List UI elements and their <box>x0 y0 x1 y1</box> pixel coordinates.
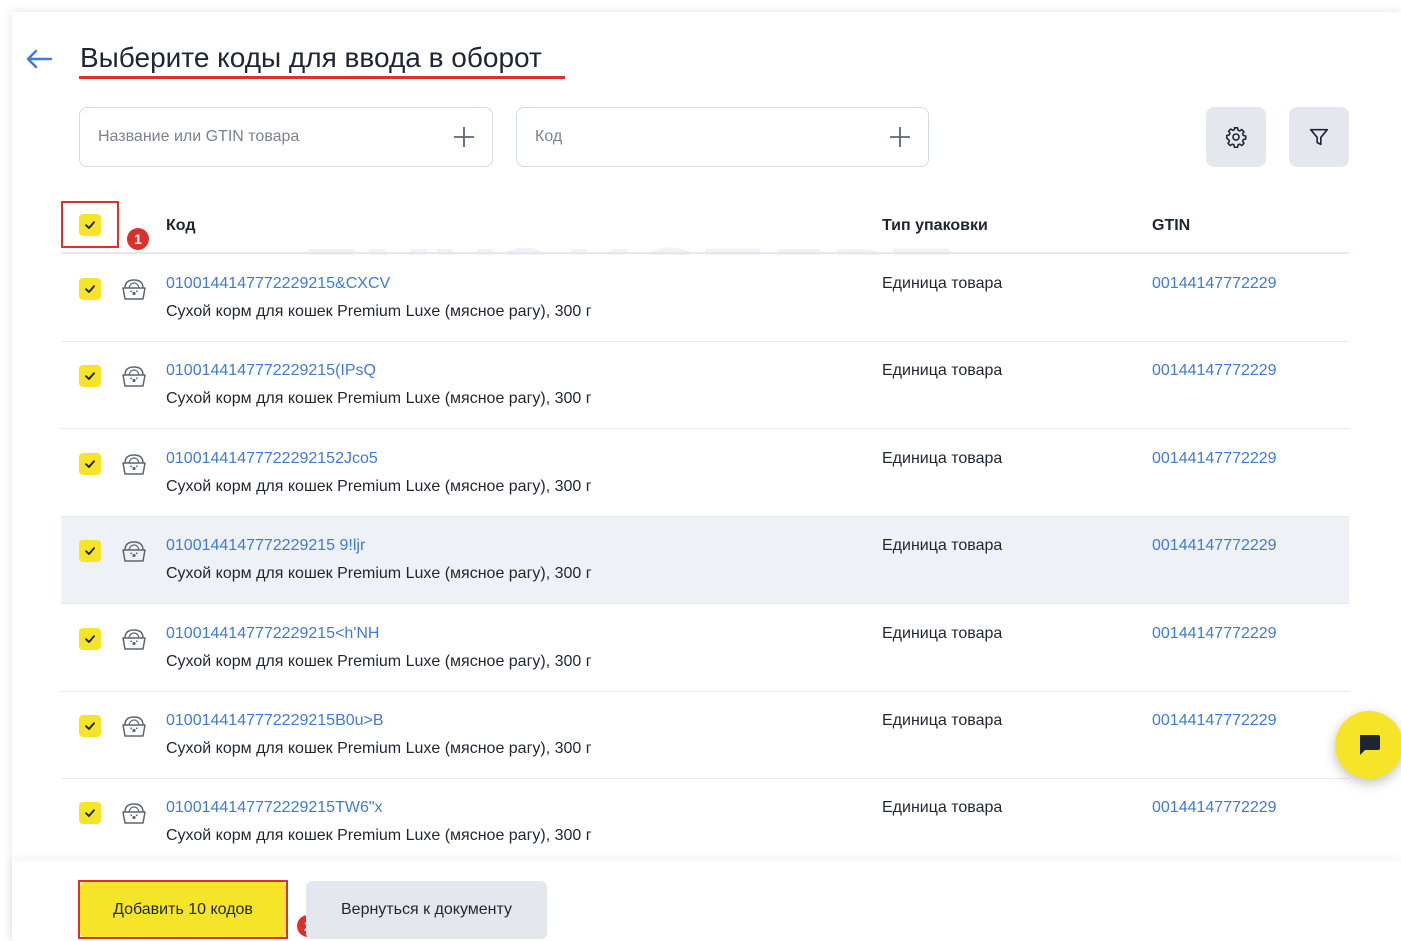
row-product-name: Сухой корм для кошек Premium Luxe (мясно… <box>166 390 592 407</box>
row-checkbox[interactable] <box>79 278 101 300</box>
row-pack-type: Единица товара <box>882 537 1003 554</box>
pet-food-bowl-icon <box>122 541 146 562</box>
funnel-icon <box>1309 128 1329 146</box>
row-checkbox[interactable] <box>79 802 101 824</box>
plus-icon[interactable] <box>452 125 476 149</box>
table-row[interactable]: 0100144147772229215(IPsQ Сухой корм для … <box>61 342 1349 429</box>
row-pack-type: Единица товара <box>882 799 1003 816</box>
pet-food-bowl-icon <box>122 716 146 737</box>
column-header-pack-type[interactable]: Тип упаковки <box>882 217 988 235</box>
back-button[interactable] <box>24 44 54 74</box>
row-product-name: Сухой корм для кошек Premium Luxe (мясно… <box>166 565 592 582</box>
column-header-code[interactable]: Код <box>166 217 195 235</box>
chat-button[interactable] <box>1335 711 1401 779</box>
pet-food-bowl-icon <box>122 803 146 824</box>
row-gtin-link[interactable]: 00144147772229 <box>1152 625 1277 643</box>
row-checkbox[interactable] <box>79 365 101 387</box>
check-icon <box>85 809 95 817</box>
product-search-input[interactable]: Название или GTIN товара <box>79 107 493 167</box>
row-product-name: Сухой корм для кошек Premium Luxe (мясно… <box>166 740 592 757</box>
title-annotation-underline <box>79 76 565 79</box>
row-product-name: Сухой корм для кошек Premium Luxe (мясно… <box>166 653 592 670</box>
row-code-link[interactable]: 0100144147772229215&CXCV <box>166 275 390 293</box>
table-header: Код Тип упаковки GTIN <box>61 196 1349 254</box>
select-all-annotation-box <box>61 201 119 248</box>
code-search-input[interactable]: Код <box>516 107 929 167</box>
row-gtin-link[interactable]: 00144147772229 <box>1152 712 1277 730</box>
code-search-placeholder: Код <box>535 128 563 145</box>
row-gtin-link[interactable]: 00144147772229 <box>1152 450 1277 468</box>
annotation-badge-1: 1 <box>127 228 149 250</box>
plus-icon[interactable] <box>888 125 912 149</box>
row-code-link[interactable]: 0100144147772229215 9!ljr <box>166 537 365 555</box>
row-gtin-link[interactable]: 00144147772229 <box>1152 362 1277 380</box>
row-code-link[interactable]: 0100144147772229215(IPsQ <box>166 362 376 380</box>
page-title: Выберите коды для ввода в оборот <box>80 42 542 73</box>
row-gtin-link[interactable]: 00144147772229 <box>1152 275 1277 293</box>
back-to-document-button[interactable]: Вернуться к документу <box>306 881 547 939</box>
table-row[interactable]: 0100144147772229215TW6"x Сухой корм для … <box>61 779 1349 866</box>
pet-food-bowl-icon <box>122 629 146 650</box>
row-pack-type: Единица товара <box>882 450 1003 467</box>
table-row[interactable]: 0100144147772229215 9!ljr Сухой корм для… <box>61 517 1349 604</box>
add-button-annotation-box <box>78 880 288 939</box>
chat-bubble-icon <box>1360 735 1380 755</box>
row-checkbox[interactable] <box>79 453 101 475</box>
row-pack-type: Единица товара <box>882 275 1003 292</box>
check-icon <box>85 722 95 730</box>
row-checkbox[interactable] <box>79 628 101 650</box>
check-icon <box>85 460 95 468</box>
arrow-left-icon <box>26 49 53 69</box>
table-row[interactable]: 01001441477722292152Jco5 Сухой корм для … <box>61 430 1349 517</box>
settings-button[interactable] <box>1206 107 1266 167</box>
pet-food-bowl-icon <box>122 454 146 475</box>
check-icon <box>85 635 95 643</box>
gear-icon <box>1226 127 1247 148</box>
row-code-link[interactable]: 0100144147772229215TW6"x <box>166 799 383 817</box>
column-header-gtin[interactable]: GTIN <box>1152 217 1190 235</box>
product-search-placeholder: Название или GTIN товара <box>98 128 300 145</box>
row-pack-type: Единица товара <box>882 362 1003 379</box>
row-product-name: Сухой корм для кошек Premium Luxe (мясно… <box>166 303 592 320</box>
row-checkbox[interactable] <box>79 715 101 737</box>
row-gtin-link[interactable]: 00144147772229 <box>1152 537 1277 555</box>
pet-food-bowl-icon <box>122 366 146 387</box>
check-icon <box>85 547 95 555</box>
row-pack-type: Единица товара <box>882 712 1003 729</box>
table-row[interactable]: 0100144147772229215&CXCV Сухой корм для … <box>61 255 1349 342</box>
check-icon <box>85 372 95 380</box>
table-row[interactable]: 0100144147772229215<h'NH Сухой корм для … <box>61 605 1349 692</box>
row-checkbox[interactable] <box>79 540 101 562</box>
row-code-link[interactable]: 0100144147772229215<h'NH <box>166 625 379 643</box>
check-icon <box>85 285 95 293</box>
pet-food-bowl-icon <box>122 279 146 300</box>
table-row[interactable]: 0100144147772229215B0u>B Сухой корм для … <box>61 692 1349 779</box>
row-product-name: Сухой корм для кошек Premium Luxe (мясно… <box>166 478 592 495</box>
row-gtin-link[interactable]: 00144147772229 <box>1152 799 1277 817</box>
row-pack-type: Единица товара <box>882 625 1003 642</box>
row-product-name: Сухой корм для кошек Premium Luxe (мясно… <box>166 827 592 844</box>
row-code-link[interactable]: 01001441477722292152Jco5 <box>166 450 378 468</box>
row-code-link[interactable]: 0100144147772229215B0u>B <box>166 712 384 730</box>
filter-button[interactable] <box>1289 107 1349 167</box>
